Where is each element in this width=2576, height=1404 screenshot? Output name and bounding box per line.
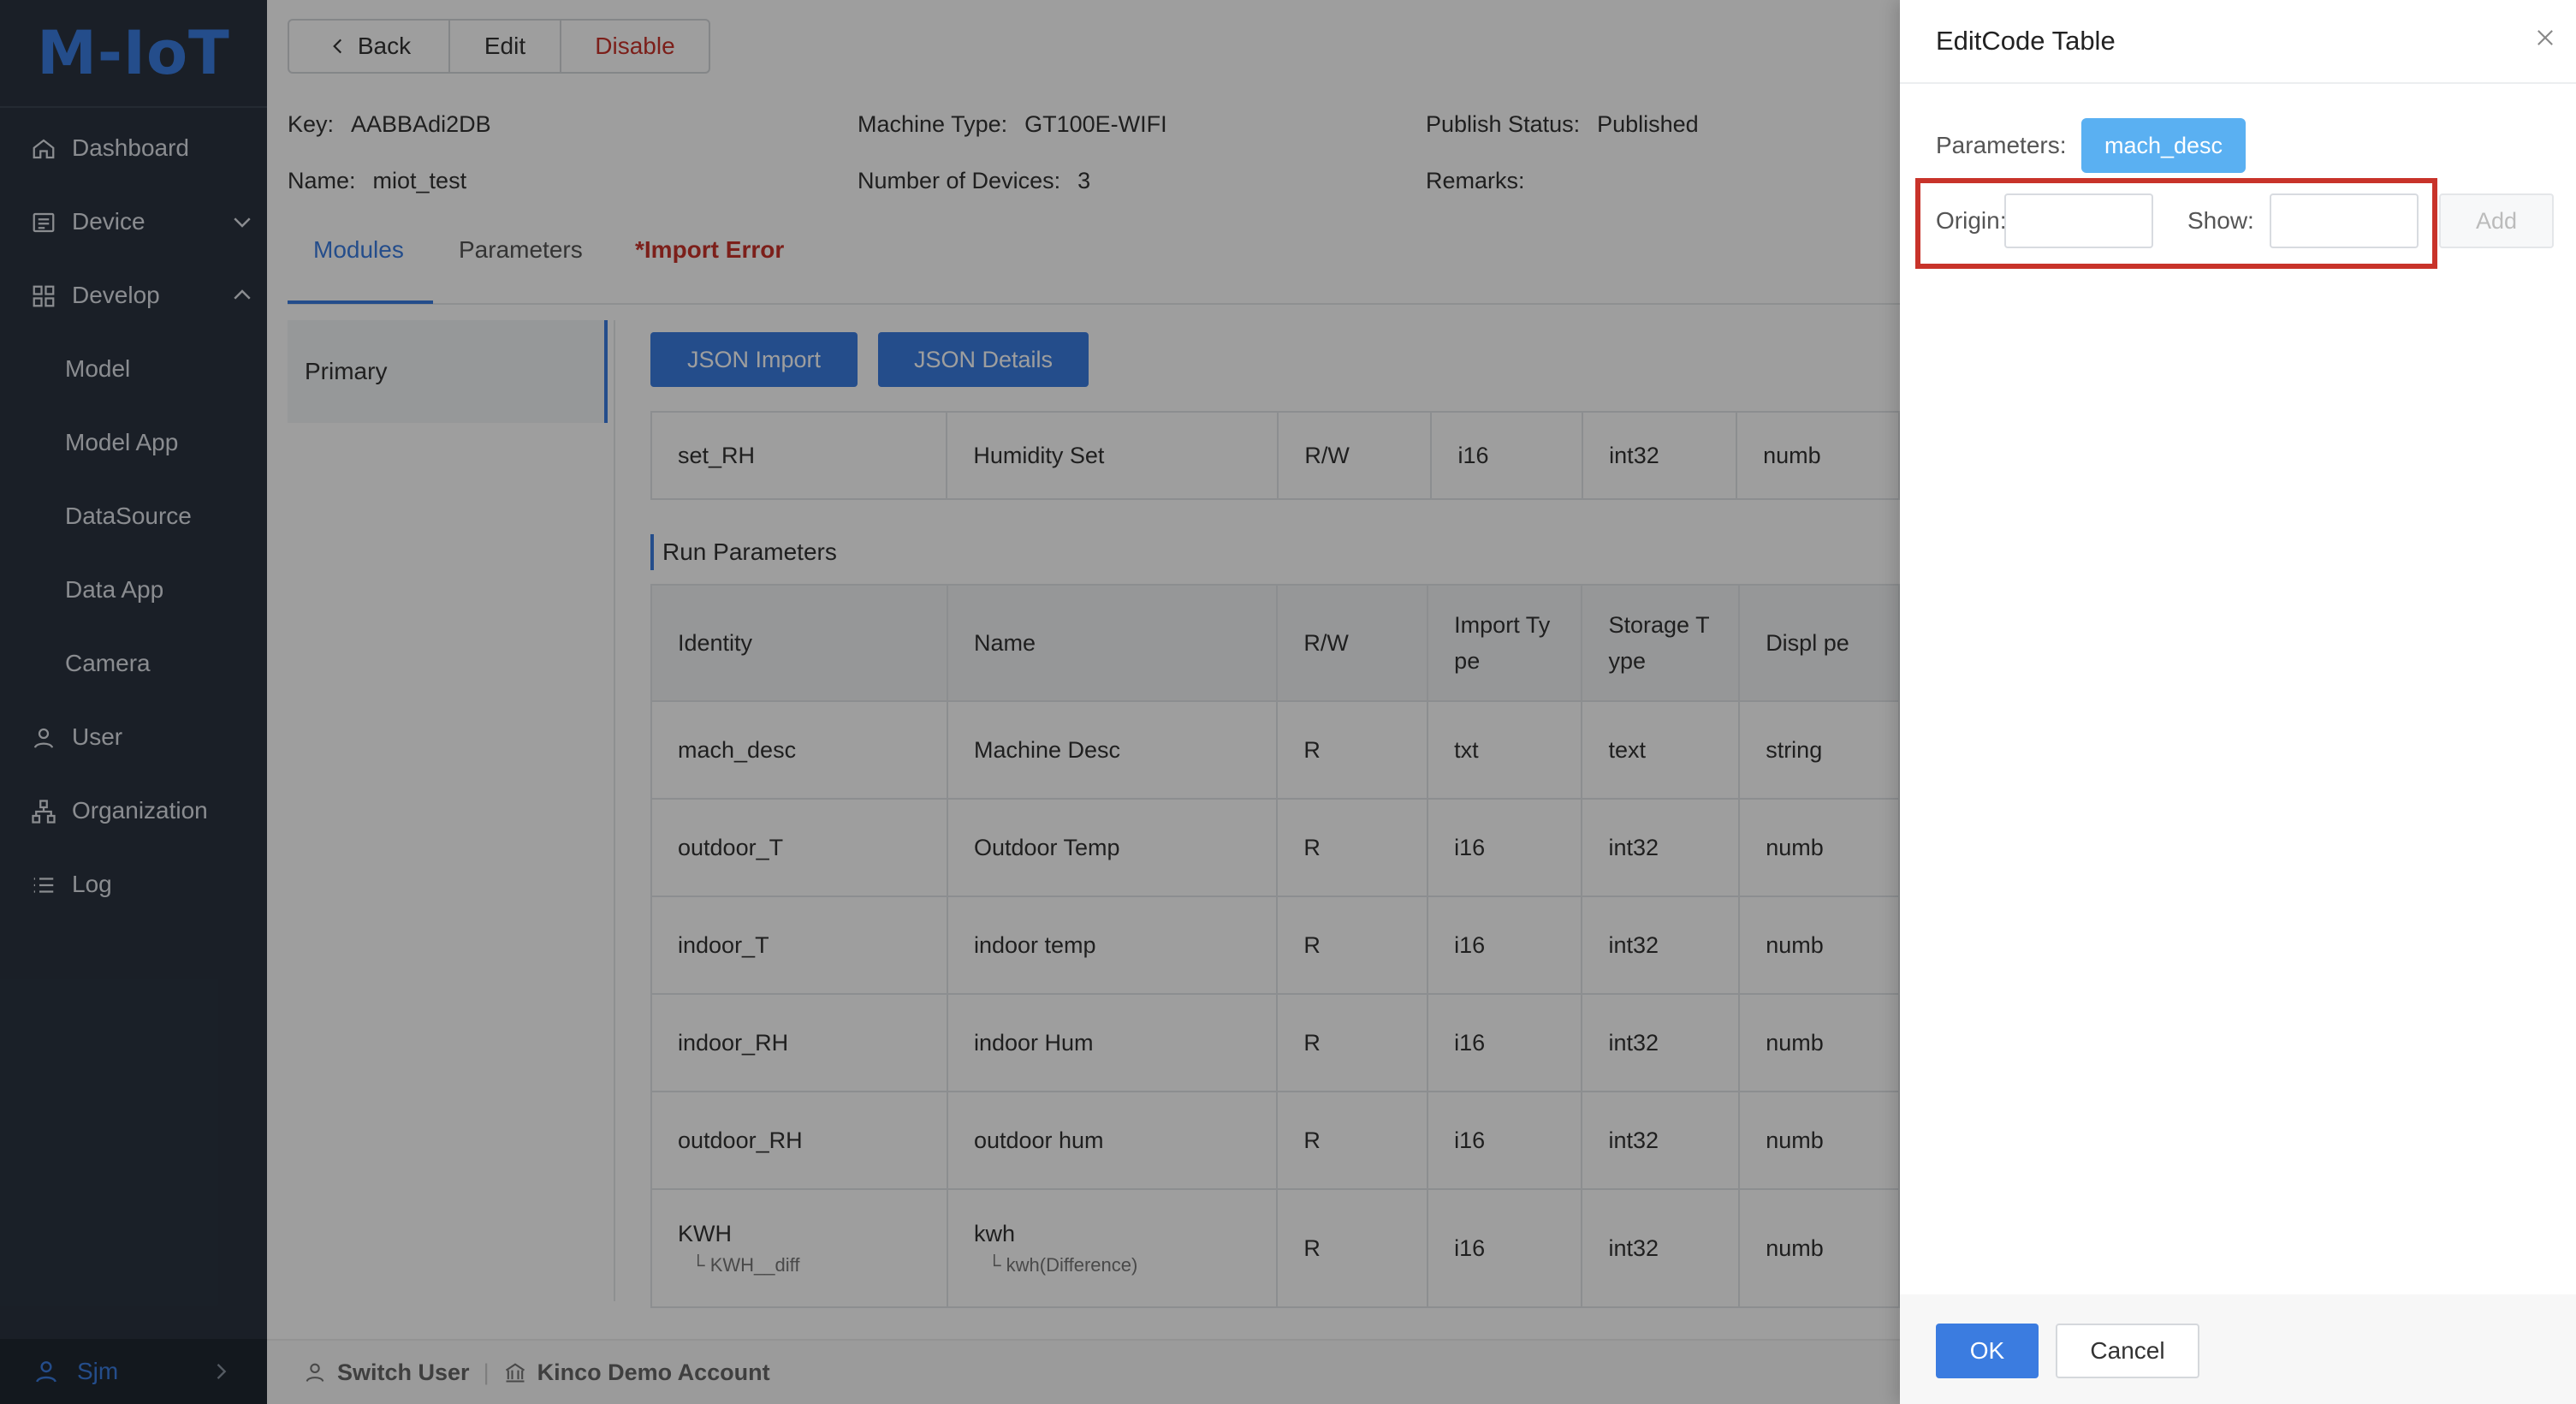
highlight-box — [1915, 178, 2437, 269]
modal-mask[interactable] — [0, 0, 1900, 1404]
parameter-tag[interactable]: mach_desc — [2081, 118, 2246, 173]
parameters-label: Parameters: — [1936, 132, 2067, 158]
add-button[interactable]: Add — [2439, 193, 2554, 248]
cancel-button[interactable]: Cancel — [2056, 1324, 2199, 1378]
ok-button[interactable]: OK — [1936, 1324, 2039, 1378]
drawer-header-divider — [1900, 82, 2576, 84]
edit-code-table-drawer: EditCode Table Parameters: mach_desc Ori… — [1900, 0, 2576, 1404]
drawer-title: EditCode Table — [1936, 26, 2116, 56]
close-icon[interactable] — [2533, 26, 2557, 50]
